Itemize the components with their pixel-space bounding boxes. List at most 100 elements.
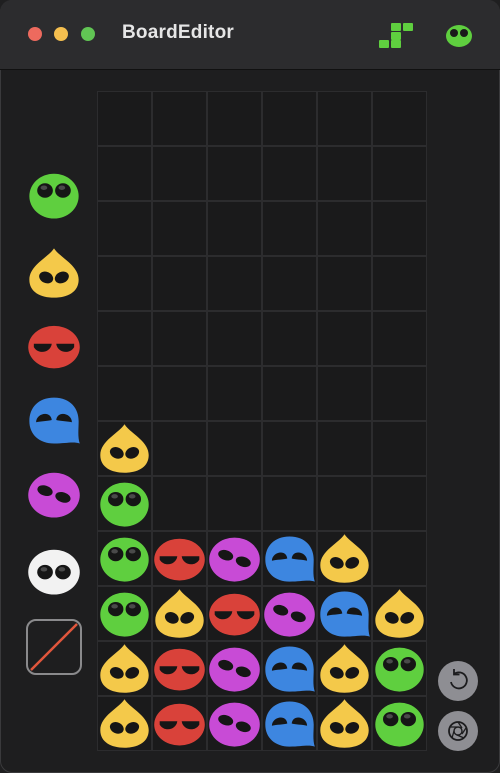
red-puyo [152, 696, 207, 751]
capture-button[interactable] [438, 711, 478, 751]
board-cell[interactable] [262, 146, 317, 201]
board-cell[interactable] [152, 696, 207, 751]
tetromino-grid-icon[interactable] [375, 20, 415, 50]
board-cell[interactable] [152, 146, 207, 201]
board-cell[interactable] [262, 476, 317, 531]
board-cell[interactable] [372, 476, 427, 531]
green-puyo-icon[interactable] [444, 22, 474, 48]
board-cell[interactable] [152, 531, 207, 586]
board-cell[interactable] [152, 256, 207, 311]
board-cell[interactable] [317, 201, 372, 256]
board-cell[interactable] [97, 146, 152, 201]
board-cell[interactable] [97, 366, 152, 421]
puyo-board[interactable] [97, 91, 427, 751]
board-cell[interactable] [317, 91, 372, 146]
palette-blue-puyo[interactable] [26, 392, 82, 448]
board-cell[interactable] [317, 366, 372, 421]
board-cell[interactable] [207, 146, 262, 201]
board-cell[interactable] [372, 201, 427, 256]
board-cell[interactable] [97, 311, 152, 366]
board-cell[interactable] [262, 366, 317, 421]
board-cell[interactable] [262, 586, 317, 641]
reset-button[interactable] [438, 661, 478, 701]
board-cell[interactable] [372, 696, 427, 751]
yellow-puyo [97, 696, 152, 751]
yellow-puyo [97, 421, 152, 476]
minimize-button[interactable] [54, 27, 68, 41]
board-cell[interactable] [372, 586, 427, 641]
board-cell[interactable] [372, 366, 427, 421]
board-cell[interactable] [207, 586, 262, 641]
palette-yellow-puyo[interactable] [26, 245, 82, 301]
board-cell[interactable] [262, 421, 317, 476]
palette-green-puyo[interactable] [26, 167, 82, 223]
board-cell[interactable] [372, 91, 427, 146]
board-cell[interactable] [97, 476, 152, 531]
board-cell[interactable] [97, 586, 152, 641]
yellow-puyo [152, 586, 207, 641]
board-cell[interactable] [372, 421, 427, 476]
close-button[interactable] [28, 27, 42, 41]
board-cell[interactable] [317, 146, 372, 201]
board-cell[interactable] [262, 531, 317, 586]
board-cell[interactable] [207, 311, 262, 366]
board-cell[interactable] [262, 201, 317, 256]
board-cell[interactable] [207, 421, 262, 476]
board-cell[interactable] [152, 641, 207, 696]
board-cell[interactable] [317, 641, 372, 696]
purple-puyo [207, 696, 262, 751]
board-cell[interactable] [152, 421, 207, 476]
board-cell[interactable] [207, 91, 262, 146]
board-cell[interactable] [97, 641, 152, 696]
yellow-puyo [317, 696, 372, 751]
board-cell[interactable] [262, 641, 317, 696]
board-cell[interactable] [152, 586, 207, 641]
board-cell[interactable] [262, 91, 317, 146]
board-cell[interactable] [97, 256, 152, 311]
board-cell[interactable] [372, 531, 427, 586]
board-cell[interactable] [317, 256, 372, 311]
palette-red-puyo[interactable] [26, 318, 82, 374]
board-cell[interactable] [317, 476, 372, 531]
board-cell[interactable] [152, 366, 207, 421]
eraser-tool[interactable] [26, 619, 82, 675]
board-cell[interactable] [97, 696, 152, 751]
board-cell[interactable] [207, 476, 262, 531]
green-puyo [372, 641, 427, 696]
yellow-puyo [97, 641, 152, 696]
board-cell[interactable] [372, 256, 427, 311]
board-cell[interactable] [317, 531, 372, 586]
green-puyo [97, 586, 152, 641]
board-cell[interactable] [317, 586, 372, 641]
board-cell[interactable] [207, 641, 262, 696]
board-cell[interactable] [207, 201, 262, 256]
board-cell[interactable] [152, 91, 207, 146]
blue-puyo [317, 586, 372, 641]
board-cell[interactable] [317, 421, 372, 476]
board-cell[interactable] [372, 641, 427, 696]
board-editor-window: BoardEditor [0, 0, 500, 773]
board-cell[interactable] [262, 311, 317, 366]
red-puyo [152, 531, 207, 586]
board-cell[interactable] [97, 531, 152, 586]
green-puyo [372, 696, 427, 751]
board-cell[interactable] [152, 201, 207, 256]
palette-white-puyo[interactable] [26, 543, 82, 599]
board-cell[interactable] [372, 146, 427, 201]
board-cell[interactable] [207, 366, 262, 421]
board-cell[interactable] [317, 311, 372, 366]
board-cell[interactable] [152, 476, 207, 531]
board-cell[interactable] [262, 256, 317, 311]
board-cell[interactable] [262, 696, 317, 751]
board-cell[interactable] [207, 531, 262, 586]
board-cell[interactable] [207, 256, 262, 311]
board-cell[interactable] [97, 201, 152, 256]
board-cell[interactable] [97, 91, 152, 146]
board-cell[interactable] [97, 421, 152, 476]
board-cell[interactable] [317, 696, 372, 751]
palette-purple-puyo[interactable] [26, 466, 82, 522]
board-cell[interactable] [207, 696, 262, 751]
zoom-button[interactable] [81, 27, 95, 41]
board-cell[interactable] [372, 311, 427, 366]
board-cell[interactable] [152, 311, 207, 366]
